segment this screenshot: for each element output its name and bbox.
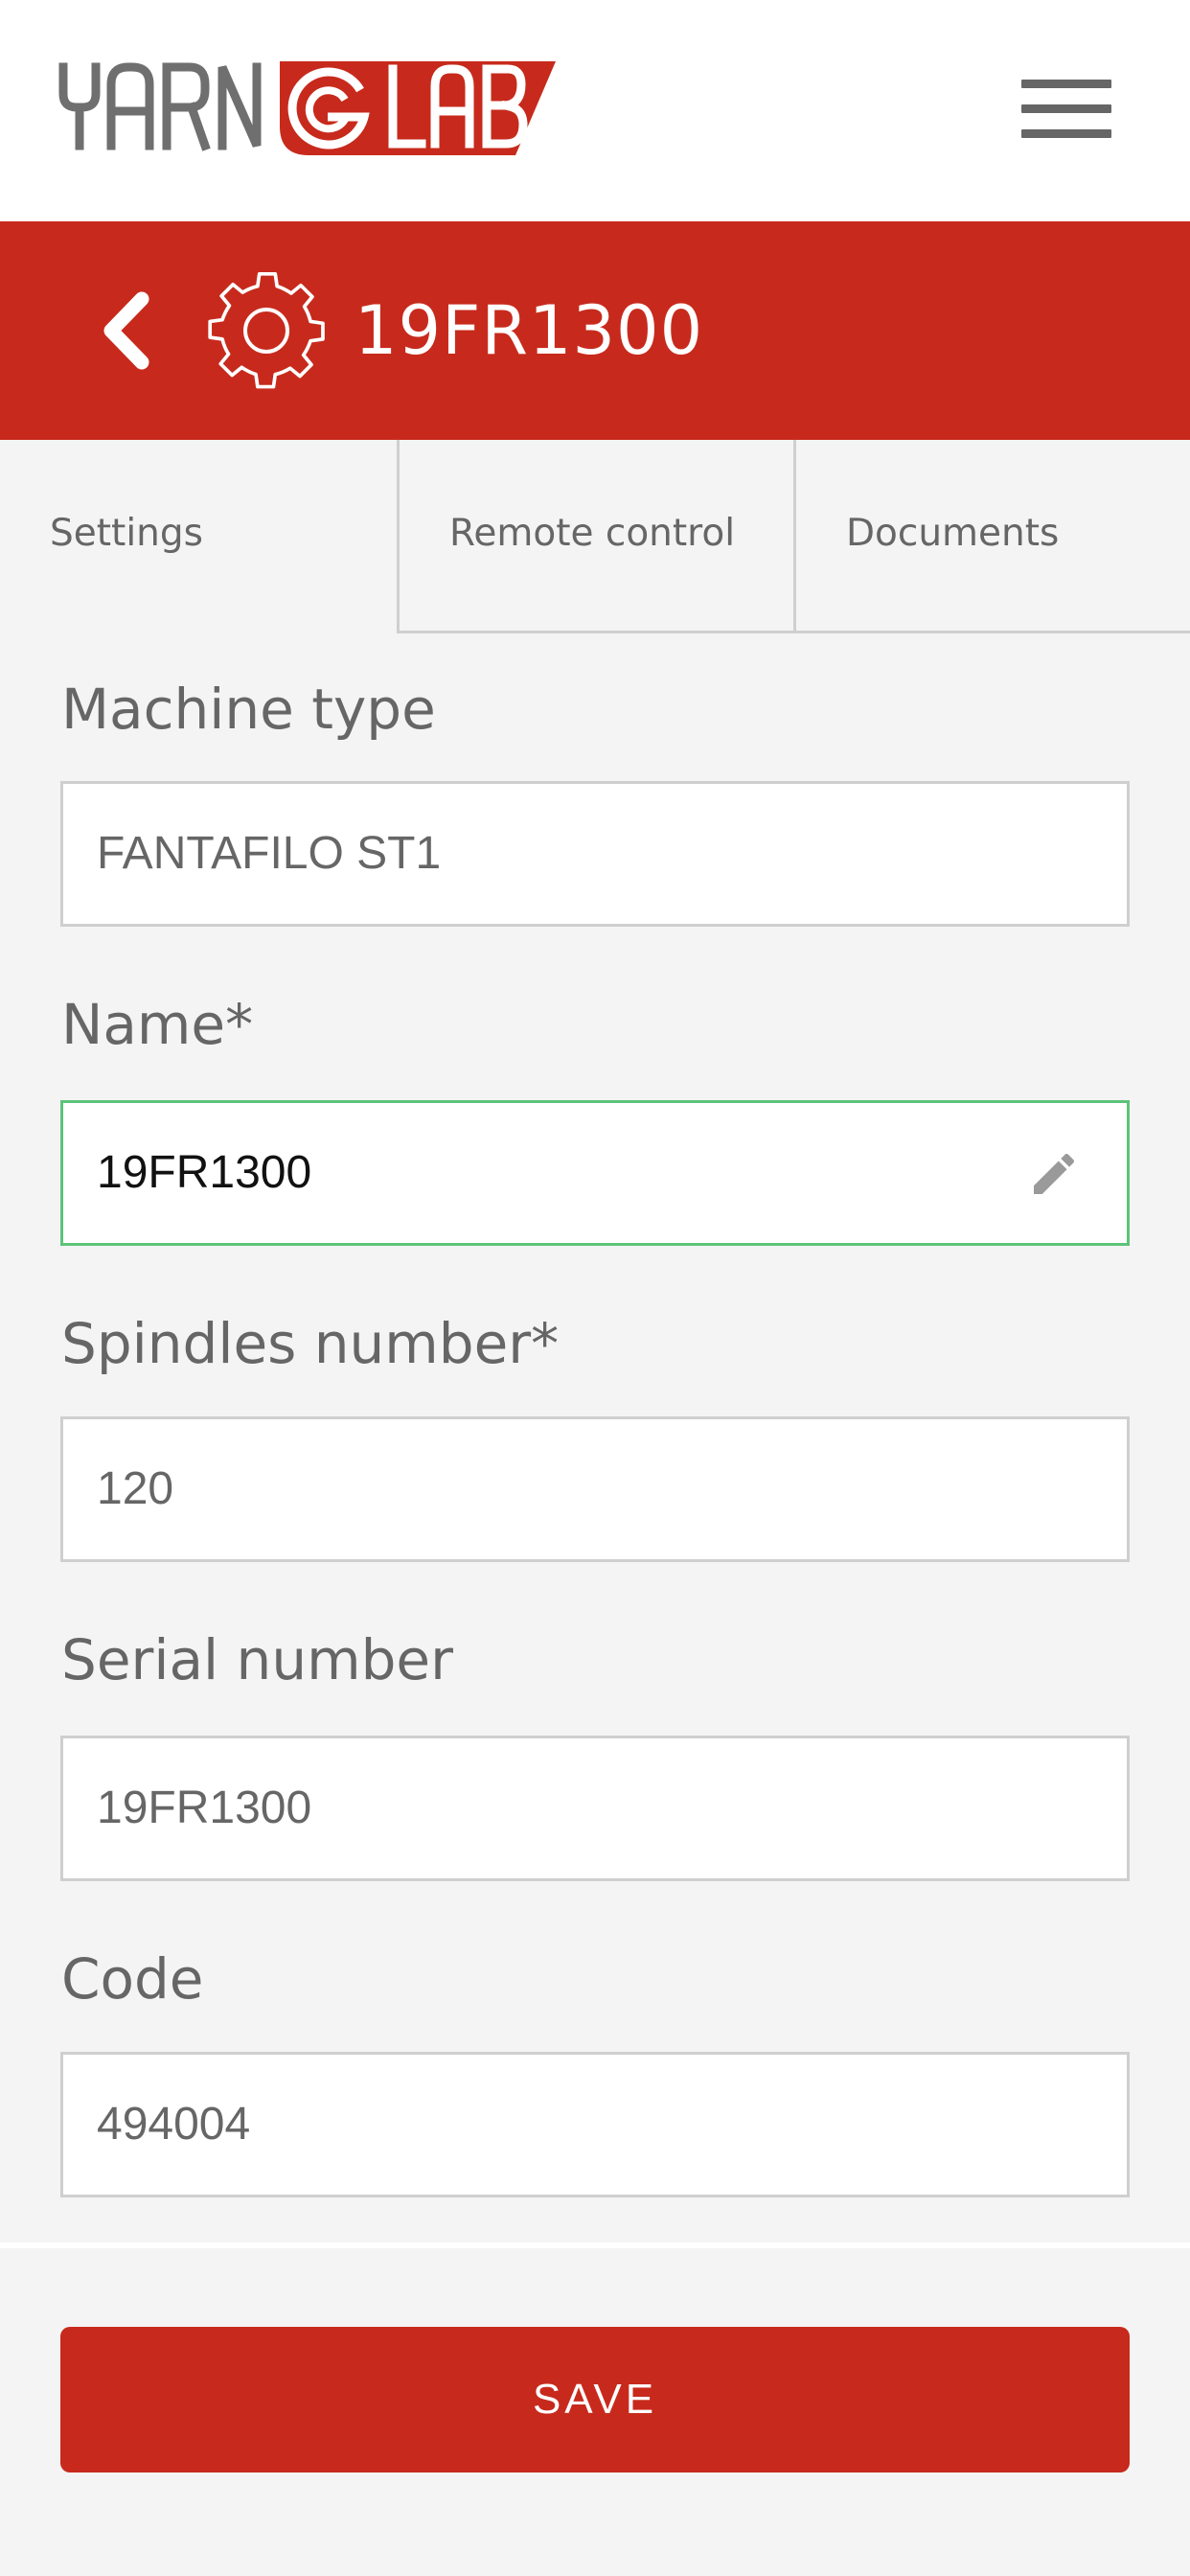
- spindles-number-field[interactable]: 120: [60, 1416, 1130, 1562]
- name-field[interactable]: 19FR1300: [60, 1100, 1130, 1246]
- hamburger-menu-icon[interactable]: [1018, 75, 1113, 148]
- menu-bar: [1021, 104, 1111, 113]
- code-field[interactable]: 494004: [60, 2052, 1130, 2197]
- tab-settings[interactable]: Settings: [0, 440, 399, 633]
- spindles-number-label: Spindles number*: [61, 1311, 560, 1376]
- code-value: 494004: [97, 2099, 251, 2150]
- serial-number-label: Serial number: [61, 1627, 453, 1692]
- name-value: 19FR1300: [97, 1147, 312, 1198]
- menu-bar: [1021, 80, 1111, 88]
- tab-bar: Settings Remote control Documents: [0, 440, 1190, 633]
- yarnlab-logo[interactable]: [57, 58, 556, 161]
- chevron-left-icon[interactable]: [82, 278, 169, 383]
- machine-type-value: FANTAFILO ST1: [97, 828, 442, 879]
- menu-bar: [1021, 129, 1111, 138]
- code-label: Code: [61, 1946, 204, 2012]
- machine-type-field[interactable]: FANTAFILO ST1: [60, 781, 1130, 927]
- top-header: [0, 0, 1190, 221]
- app-root: 19FR1300 Settings Remote control Documen…: [0, 0, 1190, 2576]
- save-button[interactable]: SAVE: [60, 2327, 1130, 2472]
- tab-remote-control[interactable]: Remote control: [397, 440, 795, 633]
- divider: [0, 2242, 1190, 2248]
- spindles-number-value: 120: [97, 1463, 174, 1514]
- name-label: Name*: [61, 992, 254, 1057]
- serial-number-field[interactable]: 19FR1300: [60, 1736, 1130, 1881]
- page-title: 19FR1300: [355, 291, 704, 370]
- serial-number-value: 19FR1300: [97, 1782, 312, 1833]
- gear-icon: [208, 271, 325, 389]
- machine-type-label: Machine type: [61, 677, 436, 742]
- tab-documents[interactable]: Documents: [793, 440, 1190, 633]
- pencil-icon[interactable]: [1027, 1147, 1081, 1201]
